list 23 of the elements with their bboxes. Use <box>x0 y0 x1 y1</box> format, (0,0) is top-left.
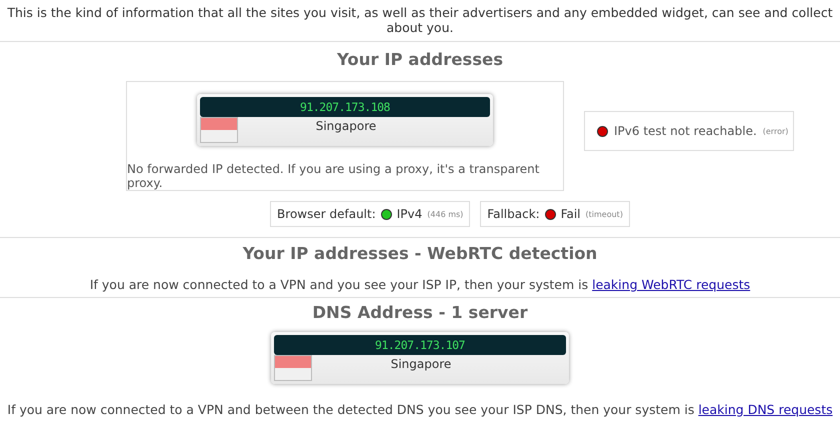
check-value: Fail <box>560 207 581 221</box>
section-title: DNS Address - 1 server <box>312 302 528 324</box>
check-label: Browser default: <box>277 207 376 221</box>
intro-text: This is the kind of information that all the sites you visit, as well as their advertisers and any embedded widget, can see and collect about you. <box>6 4 834 37</box>
webrtc-text: If you are now connected to a VPN and you see your ISP IP, then your system is leaking WebRTC requests <box>90 277 750 292</box>
check-detail: (timeout) <box>586 210 623 218</box>
check-detail: (446 ms) <box>427 210 464 218</box>
ipv6-status: IPv6 test not reachable. <box>614 124 757 138</box>
webrtc-link[interactable]: leaking WebRTC requests <box>592 277 750 292</box>
check-value: IPv4 <box>396 207 422 221</box>
dns-link[interactable]: leaking DNS requests <box>698 402 833 417</box>
flag-icon <box>274 355 312 381</box>
section-title: Your IP addresses <box>336 49 504 71</box>
ip-address: 91.207.173.108 <box>200 97 490 117</box>
country-name: Singapore <box>314 118 378 133</box>
ipv6-detail: (error) <box>762 126 788 136</box>
section-title: Your IP addresses - WebRTC detection <box>242 243 598 265</box>
country-name: Singapore <box>390 356 452 371</box>
ip-address: 91.207.173.107 <box>274 335 566 355</box>
check-label: Fallback: <box>487 207 540 221</box>
proxy-note: No forwarded IP detected. If you are using a proxy, it's a transparent proxy. <box>127 162 540 190</box>
flag-icon <box>200 117 238 143</box>
dns-text: If you are now connected to a VPN and between the detected DNS you see your ISP DNS, then your system is leaking DNS requests <box>7 402 833 417</box>
